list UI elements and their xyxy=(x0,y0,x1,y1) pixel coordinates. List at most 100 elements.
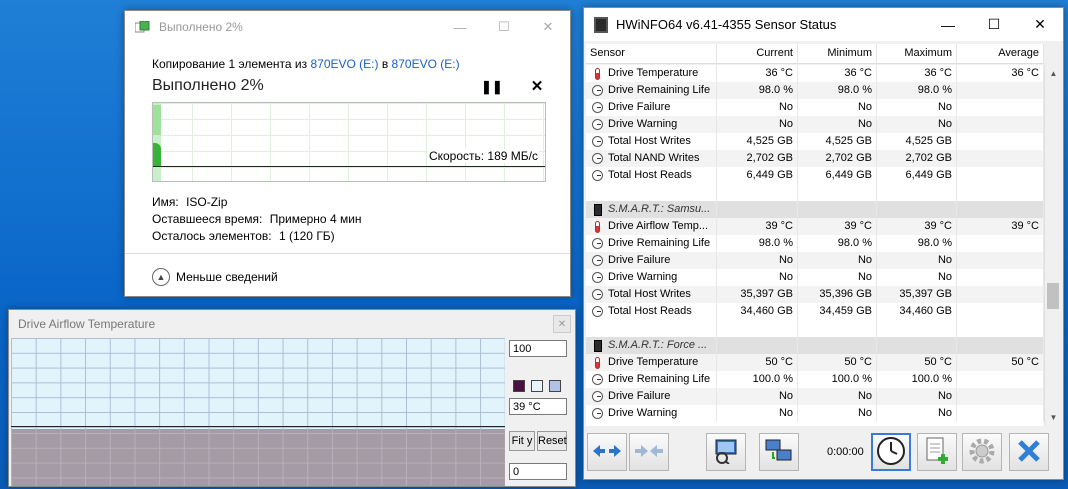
sensor-row[interactable]: Drive Warning No No No xyxy=(586,405,1044,422)
background-color-swatch[interactable] xyxy=(531,380,543,392)
items-row: Осталось элементов: 1 (120 ГБ) xyxy=(152,228,362,245)
sensor-row[interactable]: Drive Warning No No No xyxy=(586,269,1044,286)
sensor-row[interactable]: Drive Remaining Life 98.0 % 98.0 % 98.0 % xyxy=(586,82,1044,99)
scrollbar-thumb[interactable] xyxy=(1047,283,1059,309)
clock-icon xyxy=(592,255,603,266)
add-report-button[interactable] xyxy=(917,433,957,471)
network-switch-button[interactable] xyxy=(759,433,799,471)
close-sensors-button[interactable] xyxy=(1009,433,1049,471)
current-value: No xyxy=(717,388,798,405)
speed-current-bar xyxy=(153,143,161,167)
sensor-name-cell: S.M.A.R.T.: Samsu... xyxy=(586,201,717,218)
sensor-row[interactable]: Drive Airflow Temp... 39 °C 39 °C 39 °C 39 °… xyxy=(586,218,1044,235)
sensor-group-row[interactable]: S.M.A.R.T.: Samsu... xyxy=(586,201,1044,218)
minimum-value: 35,396 GB xyxy=(798,286,877,303)
sensor-name-cell: Drive Temperature xyxy=(586,354,717,371)
thermometer-icon xyxy=(595,356,600,369)
sensor-name: Drive Airflow Temp... xyxy=(608,220,709,232)
sensor-row[interactable]: Drive Temperature 36 °C 36 °C 36 °C 36 °C xyxy=(586,65,1044,82)
sensor-name: Drive Failure xyxy=(608,254,671,266)
close-button[interactable]: ✕ xyxy=(526,11,570,43)
average-value xyxy=(957,252,1044,269)
collapse-arrows-button[interactable] xyxy=(629,433,669,471)
name-row: Имя: ISO-Zip xyxy=(152,194,362,211)
hwinfo-toolbar: 0:00:00 xyxy=(584,429,1063,479)
sensor-row[interactable] xyxy=(586,184,1044,201)
less-details-button[interactable]: ▲ Меньше сведений xyxy=(152,268,278,286)
sensor-row[interactable]: Drive Remaining Life 98.0 % 98.0 % 98.0 % xyxy=(586,235,1044,252)
current-value: 98.0 % xyxy=(717,235,798,252)
col-current[interactable]: Current xyxy=(717,44,798,64)
thermometer-icon xyxy=(595,220,600,233)
clock-icon xyxy=(592,102,603,113)
col-average[interactable]: Average xyxy=(957,44,1044,64)
sensor-name: Drive Temperature xyxy=(608,356,699,368)
sensor-row[interactable]: Total Host Writes 35,397 GB 35,396 GB 35,39… xyxy=(586,286,1044,303)
fit-y-button[interactable]: Fit y xyxy=(509,431,535,451)
current-value xyxy=(717,184,798,201)
copy-titlebar: Выполнено 2% — ☐ ✕ xyxy=(125,11,570,43)
sensor-name: Drive Remaining Life xyxy=(608,237,711,249)
sensor-row[interactable]: Drive Warning No No No xyxy=(586,116,1044,133)
graph-close-button[interactable]: ✕ xyxy=(553,315,571,333)
average-value xyxy=(957,82,1044,99)
maximum-value: 2,702 GB xyxy=(877,150,957,167)
current-value: No xyxy=(717,252,798,269)
minimum-value: No xyxy=(798,269,877,286)
current-value: 100.0 % xyxy=(717,371,798,388)
sensor-name-cell: Drive Remaining Life xyxy=(586,371,717,388)
sensor-row[interactable]: Total Host Reads 6,449 GB 6,449 GB 6,449 GB xyxy=(586,167,1044,184)
destination-link[interactable]: 870EVO (E:) xyxy=(392,57,460,71)
sensor-row[interactable]: Drive Failure No No No xyxy=(586,252,1044,269)
reset-button[interactable]: Reset xyxy=(537,431,567,451)
clock-icon xyxy=(592,153,603,164)
minimize-button[interactable]: — xyxy=(438,11,482,43)
sensor-row[interactable]: Total NAND Writes 2,702 GB 2,702 GB 2,702 G… xyxy=(586,150,1044,167)
maximize-button[interactable]: ☐ xyxy=(482,11,526,43)
sensor-name-cell: Drive Remaining Life xyxy=(586,235,717,252)
grid-color-swatch[interactable] xyxy=(549,380,561,392)
cancel-copy-button[interactable]: ✕ xyxy=(527,77,547,97)
sensor-name-cell xyxy=(586,320,717,337)
maximum-value xyxy=(877,320,957,337)
sensor-row[interactable]: Drive Remaining Life 100.0 % 100.0 % 100.0 … xyxy=(586,371,1044,388)
graph-max-input[interactable]: 100 xyxy=(509,340,567,357)
sensor-name-cell: Drive Warning xyxy=(586,405,717,422)
clock-icon xyxy=(592,170,603,181)
maximum-value: 34,460 GB xyxy=(877,303,957,320)
sensor-row[interactable]: Total Host Reads 34,460 GB 34,459 GB 34,460… xyxy=(586,303,1044,320)
sensor-group-row[interactable]: S.M.A.R.T.: Force ... xyxy=(586,337,1044,354)
col-sensor[interactable]: Sensor xyxy=(586,44,717,64)
expand-arrows-button[interactable] xyxy=(587,433,627,471)
vertical-scrollbar[interactable]: ▲ ▼ xyxy=(1044,65,1061,426)
maximize-button[interactable]: ☐ xyxy=(971,9,1017,41)
minimize-button[interactable]: — xyxy=(925,9,971,41)
sensor-row[interactable] xyxy=(586,320,1044,337)
average-value xyxy=(957,167,1044,184)
col-minimum[interactable]: Minimum xyxy=(798,44,877,64)
line-color-swatch[interactable] xyxy=(513,380,525,392)
sensor-row[interactable]: Total Host Writes 4,525 GB 4,525 GB 4,525 G… xyxy=(586,133,1044,150)
sensor-row[interactable]: Drive Temperature 50 °C 50 °C 50 °C 50 °C xyxy=(586,354,1044,371)
settings-button[interactable] xyxy=(962,433,1002,471)
scroll-down-arrow-icon[interactable]: ▼ xyxy=(1045,409,1062,426)
minimum-value xyxy=(798,184,877,201)
graph-min-input[interactable]: 0 xyxy=(509,463,567,480)
transfer-speed-graph: Скорость: 189 МБ/с xyxy=(152,102,546,182)
sensor-name: Drive Warning xyxy=(608,118,678,130)
col-maximum[interactable]: Maximum xyxy=(877,44,957,64)
minimum-value: 2,702 GB xyxy=(798,150,877,167)
clock-icon xyxy=(592,289,603,300)
network-computer-button[interactable] xyxy=(706,433,746,471)
copy-window-title: Выполнено 2% xyxy=(159,20,243,34)
pause-button[interactable]: ❚❚ xyxy=(481,77,503,97)
drive-icon xyxy=(594,203,602,216)
close-button[interactable]: ✕ xyxy=(1017,9,1063,41)
sensor-row[interactable]: Drive Failure No No No xyxy=(586,99,1044,116)
source-link[interactable]: 870EVO (E:) xyxy=(310,57,378,71)
scroll-up-arrow-icon[interactable]: ▲ xyxy=(1045,65,1062,82)
less-details-label: Меньше сведений xyxy=(176,270,278,284)
sensor-row[interactable]: Drive Failure No No No xyxy=(586,388,1044,405)
minimum-value: 39 °C xyxy=(798,218,877,235)
clock-reset-button[interactable] xyxy=(871,433,911,471)
